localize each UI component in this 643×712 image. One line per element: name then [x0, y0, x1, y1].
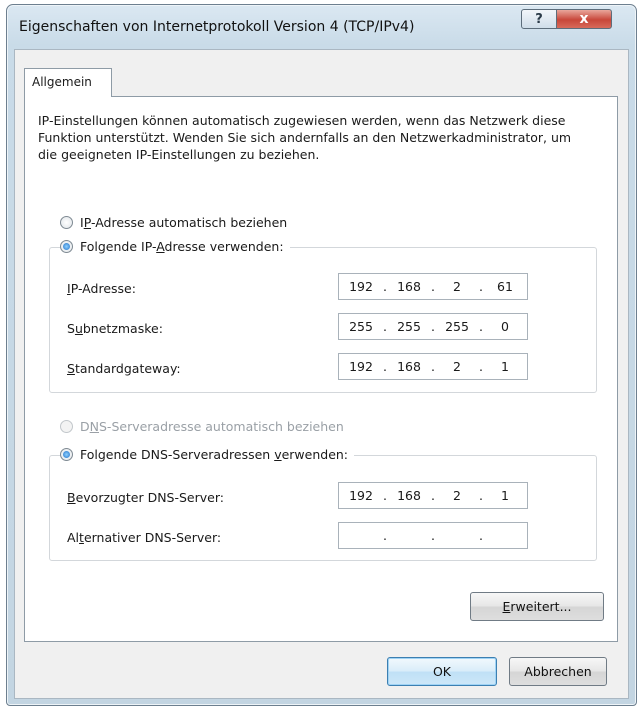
- radio-dns-auto-label: DNS-Serveradresse automatisch beziehen: [80, 419, 344, 434]
- cancel-button-label: Abbrechen: [524, 664, 592, 679]
- radio-dns-auto-indicator[interactable]: [60, 420, 73, 433]
- ok-button[interactable]: OK: [387, 657, 497, 686]
- tab-label: Allgemein: [32, 75, 92, 89]
- ip-address-input[interactable]: 192. 168. 2. 61: [338, 273, 528, 300]
- dialog-window: Eigenschaften von Internetprotokoll Vers…: [6, 4, 637, 706]
- tab-panel-allgemein: IP-Einstellungen können automatisch zuge…: [24, 96, 618, 642]
- radio-ip-manual-indicator[interactable]: [60, 240, 73, 253]
- close-icon: x: [579, 11, 589, 27]
- radio-dns-manual-label: Folgende DNS-Serveradressen verwenden:: [80, 447, 349, 462]
- advanced-button[interactable]: Erweitert...: [470, 592, 604, 621]
- help-icon: ?: [535, 11, 543, 27]
- radio-dns-manual-indicator[interactable]: [60, 448, 73, 461]
- ok-button-label: OK: [432, 664, 452, 679]
- radio-ip-auto-label: IP-Adresse automatisch beziehen: [80, 215, 288, 230]
- radio-ip-auto[interactable]: IP-Adresse automatisch beziehen: [60, 215, 294, 230]
- default-gateway-label: Standardgateway:: [67, 361, 181, 376]
- window-title: Eigenschaften von Internetprotokoll Vers…: [19, 19, 415, 35]
- ip-address-label: IP-Adresse:: [67, 281, 136, 296]
- subnet-mask-label: Subnetzmaske:: [67, 321, 163, 336]
- title-bar[interactable]: Eigenschaften von Internetprotokoll Vers…: [7, 5, 636, 49]
- alternate-dns-label: Alternativer DNS-Server:: [67, 530, 222, 545]
- description-text: IP-Einstellungen können automatisch zuge…: [38, 113, 572, 162]
- radio-dns-manual[interactable]: Folgende DNS-Serveradressen verwenden:: [60, 447, 355, 462]
- dialog-client-area: Allgemein IP-Einstellungen können automa…: [14, 49, 629, 699]
- radio-ip-auto-indicator[interactable]: [60, 216, 73, 229]
- alternate-dns-input[interactable]: ...: [338, 522, 528, 549]
- help-button[interactable]: ?: [521, 9, 557, 29]
- subnet-mask-input[interactable]: 255. 255. 255. 0: [338, 313, 528, 340]
- radio-dns-auto[interactable]: DNS-Serveradresse automatisch beziehen: [60, 419, 350, 434]
- tab-allgemein[interactable]: Allgemein: [24, 68, 112, 97]
- advanced-button-label: Erweitert...: [502, 599, 572, 614]
- radio-ip-manual[interactable]: Folgende IP-Adresse verwenden:: [60, 239, 290, 254]
- preferred-dns-input[interactable]: 192. 168. 2. 1: [338, 482, 528, 509]
- preferred-dns-label: Bevorzugter DNS-Server:: [67, 490, 224, 505]
- default-gateway-input[interactable]: 192. 168. 2. 1: [338, 353, 528, 380]
- cancel-button[interactable]: Abbrechen: [509, 657, 607, 686]
- radio-ip-manual-label: Folgende IP-Adresse verwenden:: [80, 239, 284, 254]
- close-button[interactable]: x: [556, 9, 612, 29]
